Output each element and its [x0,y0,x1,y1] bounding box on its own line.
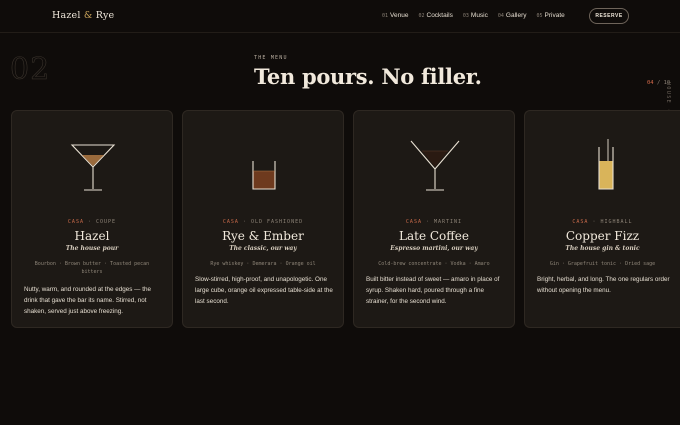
cocktail-card-late-coffee[interactable]: CASA · MARTINI Late Coffee Espresso mart… [353,110,515,328]
card-ingredients: Rye whiskey · Demerara · Orange oil [210,261,316,267]
section-number: 02 [10,52,51,88]
brand-ampersand: & [83,10,93,21]
nav-label: Gallery [505,12,527,19]
card-ingredients: Cold-brew concentrate · Vodka · Amaro [378,261,490,267]
brand-name-a: Hazel [52,10,81,21]
coupe-glass-icon [70,144,116,191]
card-glass-type: OLD FASHIONED [250,219,304,225]
counter-separator: / [656,80,661,86]
nav-num: 04 [497,13,504,19]
card-description: Slow-stirred, high-proof, and unapologet… [195,276,333,305]
card-origin: CASA [572,219,589,225]
martini-glass-icon [410,140,460,191]
card-description: Nutty, warm, and rounded at the edges — … [24,286,151,315]
nav-item-cocktails[interactable]: 02 Cocktails [418,12,452,19]
card-description: Built bitter instead of sweet — amaro in… [366,276,500,305]
card-glass-type: MARTINI [434,219,463,225]
nav-num: 01 [382,13,389,19]
brand-logo[interactable]: Hazel & Rye [52,10,114,21]
reserve-button[interactable]: RESERVE [589,8,629,24]
card-subtitle: The classic, our way [229,245,297,252]
cocktail-card-rye-ember[interactable]: CASA · OLD FASHIONED Rye & Ember The cla… [182,110,344,328]
counter-current: 04 [647,80,654,86]
card-origin: CASA [405,219,422,225]
card-name: Late Coffee [399,229,469,243]
card-name: Rye & Ember [222,229,304,243]
nav-label: Venue [390,12,409,19]
highball-glass-icon [598,139,614,190]
cocktail-card-copper-fizz[interactable]: CASA · HIGHBALL Copper Fizz The house gi… [524,110,680,328]
rocks-glass-icon [252,161,276,190]
brand-name-b: Rye [95,10,115,21]
cocktail-card-hazel[interactable]: CASA · COUPE Hazel The house pour Bourbo… [11,110,173,328]
card-ingredients: Gin · Grapefruit tonic · Dried sage [549,261,656,267]
main-nav: 01 Venue 02 Cocktails 03 Music 04 Gallery 05… [382,12,565,19]
section-title: Ten pours. No filler. [254,64,482,89]
nav-num: 02 [418,13,425,19]
card-tag: CASA · OLD FASHIONED [222,219,304,225]
card-origin: CASA [222,219,239,225]
card-subtitle: Espresso martini, our way [390,245,478,252]
site-header: Hazel & Rye 01 Venue 02 Cocktails 03 Music … [0,0,680,33]
card-glass-type: COUPE [96,219,117,225]
card-tag: CASA · HIGHBALL [572,219,633,225]
card-name: Hazel [74,229,110,243]
card-name: Copper Fizz [565,229,640,243]
card-ingredients: Bourbon · Brown butter · Toasted pecan b… [34,261,150,275]
nav-num: 05 [536,13,543,19]
nav-label: Cocktails [426,12,453,19]
card-description: Bright, herbal, and long. The one regula… [537,276,670,294]
nav-item-music[interactable]: 03 Music [463,12,488,19]
card-origin: CASA [67,219,84,225]
card-subtitle: The house gin & tonic [565,245,640,252]
nav-label: Music [470,12,488,19]
card-tag: CASA · MARTINI [405,219,463,225]
nav-item-gallery[interactable]: 04 Gallery [498,12,527,19]
card-tag: CASA · COUPE [67,219,117,225]
nav-num: 03 [462,13,469,19]
card-subtitle: The house pour [65,245,119,252]
card-glass-type: HIGHBALL [600,219,633,225]
nav-label: Private [544,12,565,19]
nav-item-venue[interactable]: 01 Venue [382,12,408,19]
section-eyebrow: THE MENU [254,55,288,61]
nav-item-private[interactable]: 05 Private [537,12,565,19]
